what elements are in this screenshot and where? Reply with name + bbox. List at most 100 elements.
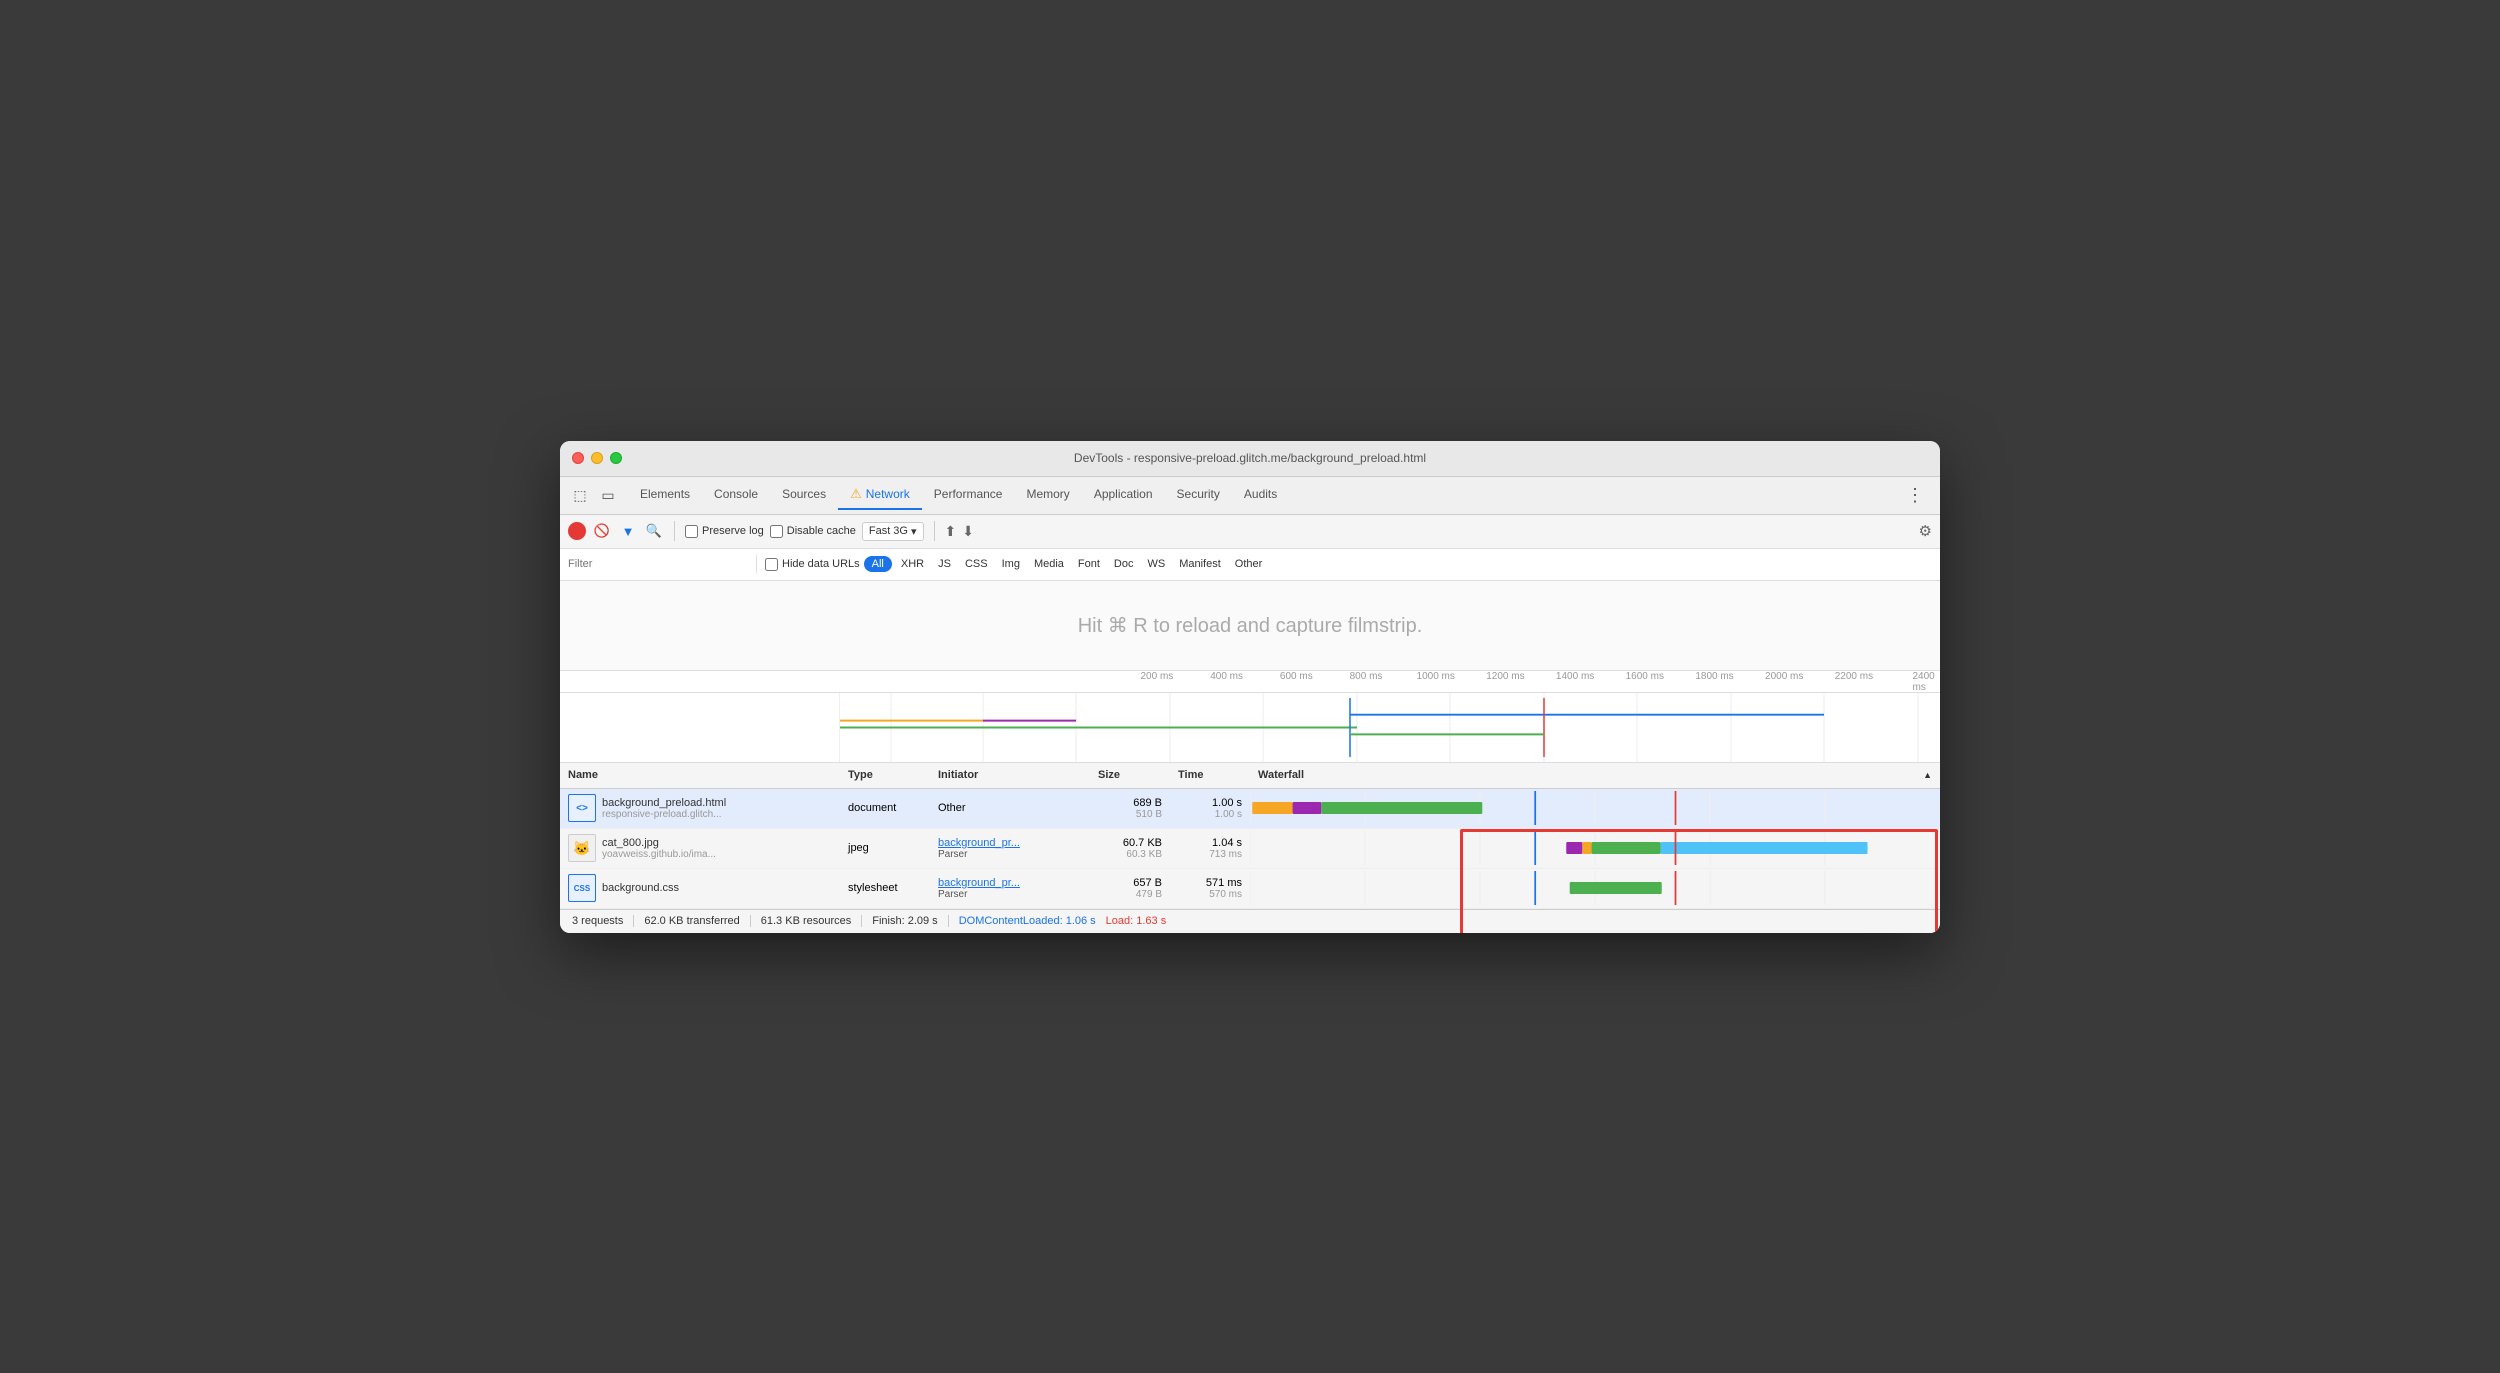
filmstrip-banner: Hit ⌘ R to reload and capture filmstrip. (560, 581, 1940, 671)
status-requests: 3 requests (572, 915, 634, 927)
table-row[interactable]: <> background_preload.html responsive-pr… (560, 789, 1940, 829)
timeline-mark-600: 600 ms (1280, 671, 1313, 682)
statusbar: 3 requests 62.0 KB transferred 61.3 KB r… (560, 909, 1940, 933)
tab-performance[interactable]: Performance (922, 481, 1015, 509)
hide-data-urls-input[interactable] (765, 558, 778, 571)
row3-time: 571 ms 570 ms (1170, 869, 1250, 908)
tab-network[interactable]: ⚠ Network (838, 480, 922, 510)
row3-initiator: background_pr... Parser (930, 869, 1090, 908)
record-button[interactable] (568, 522, 586, 540)
timeline-marks: 200 ms 400 ms 600 ms 800 ms 1000 ms 1200… (1120, 671, 1940, 692)
row1-name-wrap: background_preload.html responsive-prelo… (602, 797, 726, 820)
row3-name-wrap: background.css (602, 882, 679, 894)
header-time[interactable]: Time (1170, 765, 1250, 785)
titlebar: DevTools - responsive-preload.glitch.me/… (560, 441, 1940, 477)
filter-css-button[interactable]: CSS (960, 556, 993, 572)
filter-xhr-button[interactable]: XHR (896, 556, 929, 572)
status-transferred: 62.0 KB transferred (634, 915, 750, 927)
filter-js-button[interactable]: JS (933, 556, 956, 572)
hide-data-urls-checkbox[interactable]: Hide data URLs (765, 558, 860, 571)
device-toolbar-icon[interactable]: ▭ (596, 483, 620, 507)
disable-cache-input[interactable] (770, 525, 783, 538)
filter-doc-button[interactable]: Doc (1109, 556, 1139, 572)
disable-cache-checkbox[interactable]: Disable cache (770, 525, 856, 538)
clear-button[interactable]: 🚫 (592, 521, 612, 541)
inspect-icon[interactable]: ⬚ (568, 483, 592, 507)
export-har-icon[interactable]: ⬇ (962, 523, 974, 540)
header-name[interactable]: Name (560, 765, 840, 785)
filter-font-button[interactable]: Font (1073, 556, 1105, 572)
row1-file-icon: <> (568, 794, 596, 822)
timeline-mark-400: 400 ms (1210, 671, 1243, 682)
header-type[interactable]: Type (840, 765, 930, 785)
timeline-svg (840, 693, 1940, 762)
tabbar: ⬚ ▭ Elements Console Sources ⚠ Network P… (560, 477, 1940, 515)
row1-type: document (840, 789, 930, 828)
close-button[interactable] (572, 452, 584, 464)
tab-sources[interactable]: Sources (770, 481, 838, 509)
timeline-header: 200 ms 400 ms 600 ms 800 ms 1000 ms 1200… (560, 671, 1940, 693)
tab-elements[interactable]: Elements (628, 481, 702, 509)
row1-name-cell: <> background_preload.html responsive-pr… (560, 789, 840, 828)
header-size[interactable]: Size (1090, 765, 1170, 785)
tab-application[interactable]: Application (1082, 481, 1165, 509)
row3-file-icon: CSS (568, 874, 596, 902)
filter-img-button[interactable]: Img (997, 556, 1025, 572)
row2-filename: cat_800.jpg (602, 837, 716, 849)
maximize-button[interactable] (610, 452, 622, 464)
row3-name-cell: CSS background.css (560, 869, 840, 908)
table-row[interactable]: 🐱 cat_800.jpg yoavweiss.github.io/ima...… (560, 829, 1940, 869)
timeline-chart (560, 693, 1940, 763)
table-row[interactable]: CSS background.css stylesheet background… (560, 869, 1940, 909)
row1-time: 1.00 s 1.00 s (1170, 789, 1250, 828)
throttle-select[interactable]: Fast 3G ▾ (862, 522, 924, 541)
filter-bar: Hide data URLs All XHR JS CSS Img Media … (560, 549, 1940, 581)
header-initiator[interactable]: Initiator (930, 765, 1090, 785)
more-tabs-button[interactable]: ⋮ (1898, 485, 1932, 506)
status-domcontent: DOMContentLoaded: 1.06 s (959, 915, 1096, 927)
sort-waterfall-icon[interactable]: ▲ (1923, 770, 1932, 780)
row1-initiator: Other (930, 789, 1090, 828)
import-har-icon[interactable]: ⬆ (945, 523, 957, 540)
filter-media-button[interactable]: Media (1029, 556, 1069, 572)
row1-waterfall-svg (1250, 791, 1940, 825)
status-resources: 61.3 KB resources (751, 915, 863, 927)
row1-size: 689 B 510 B (1090, 789, 1170, 828)
tab-memory[interactable]: Memory (1014, 481, 1081, 509)
row2-time: 1.04 s 713 ms (1170, 829, 1250, 868)
tab-console[interactable]: Console (702, 481, 770, 509)
search-icon[interactable]: 🔍 (644, 521, 664, 541)
filter-manifest-button[interactable]: Manifest (1174, 556, 1226, 572)
header-waterfall[interactable]: Waterfall ▲ (1250, 765, 1940, 785)
network-toolbar: 🚫 ▼ 🔍 Preserve log Disable cache Fast 3G… (560, 515, 1940, 549)
settings-icon[interactable]: ⚙ (1919, 522, 1932, 540)
timeline-mark-2000: 2000 ms (1765, 671, 1803, 682)
row3-waterfall-svg (1250, 871, 1940, 905)
timeline-mark-1400: 1400 ms (1556, 671, 1594, 682)
table-body: <> background_preload.html responsive-pr… (560, 789, 1940, 909)
filter-other-button[interactable]: Other (1230, 556, 1268, 572)
chevron-down-icon: ▾ (911, 525, 917, 538)
row1-waterfall (1250, 789, 1940, 828)
filter-ws-button[interactable]: WS (1142, 556, 1170, 572)
timeline-mark-1600: 1600 ms (1626, 671, 1664, 682)
table-header: Name Type Initiator Size Time Waterfall … (560, 763, 1940, 789)
traffic-lights (572, 452, 622, 464)
row2-file-icon: 🐱 (568, 834, 596, 862)
filter-icon[interactable]: ▼ (618, 521, 638, 541)
filter-all-button[interactable]: All (864, 556, 892, 572)
filter-input[interactable] (568, 558, 748, 570)
preserve-log-checkbox[interactable]: Preserve log (685, 525, 764, 538)
status-finish: Finish: 2.09 s (862, 915, 948, 927)
row3-filename: background.css (602, 882, 679, 894)
tab-security[interactable]: Security (1165, 481, 1232, 509)
preserve-log-input[interactable] (685, 525, 698, 538)
timeline-chart-area (840, 693, 1940, 762)
timeline-mark-1000: 1000 ms (1417, 671, 1455, 682)
timeline-mark-800: 800 ms (1350, 671, 1383, 682)
row2-fileurl: yoavweiss.github.io/ima... (602, 849, 716, 860)
tabs: Elements Console Sources ⚠ Network Perfo… (628, 480, 1898, 510)
row2-name-wrap: cat_800.jpg yoavweiss.github.io/ima... (602, 837, 716, 860)
tab-audits[interactable]: Audits (1232, 481, 1289, 509)
minimize-button[interactable] (591, 452, 603, 464)
